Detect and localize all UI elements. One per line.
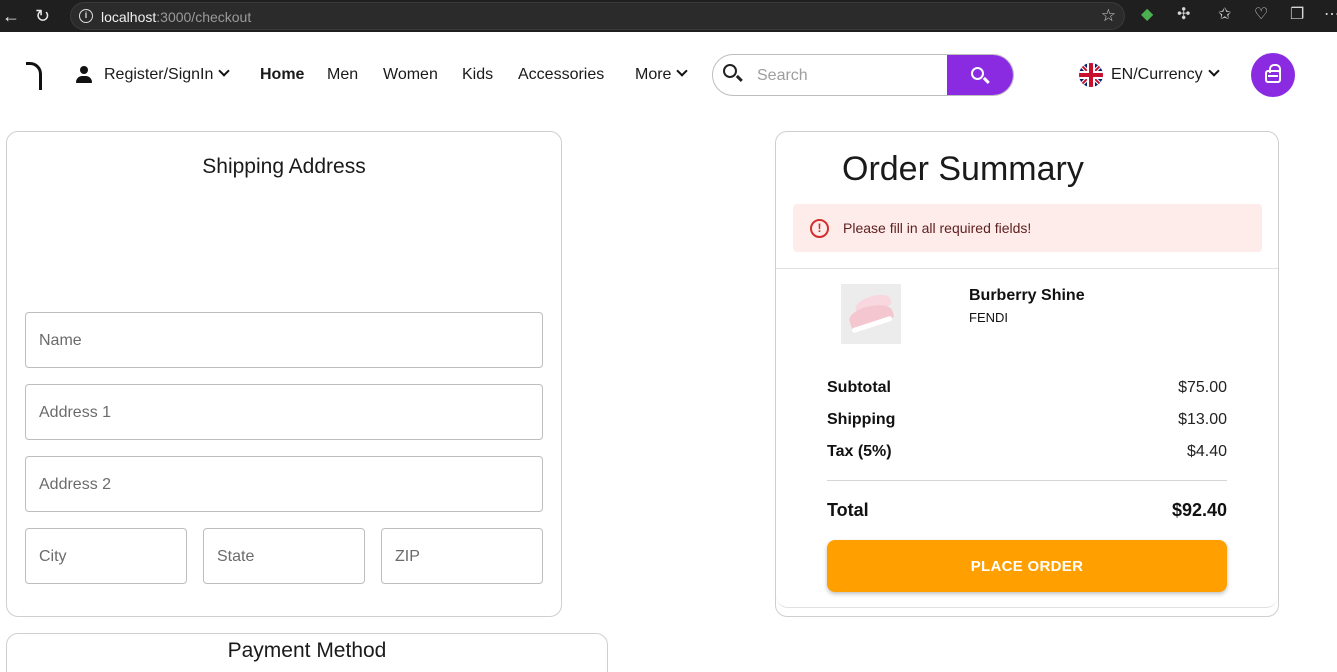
shopping-bag-icon	[1265, 64, 1281, 83]
browser-essentials-icon[interactable]: ♡	[1254, 6, 1268, 24]
site-info-icon[interactable]: i	[79, 9, 93, 23]
city-input[interactable]	[39, 547, 173, 567]
zip-input[interactable]	[395, 547, 529, 567]
divider	[776, 268, 1278, 269]
chevron-down-icon	[218, 65, 231, 77]
shipping-title: Shipping Address	[202, 155, 366, 178]
alert-message: Please fill in all required fields!	[843, 220, 1032, 236]
subtotal-label: Subtotal	[827, 379, 891, 396]
place-order-button[interactable]: PLACE ORDER	[827, 540, 1227, 592]
nav-home[interactable]: Home	[260, 65, 304, 85]
product-image	[841, 284, 901, 344]
url-text: localhost:3000/checkout	[101, 9, 252, 25]
locale-currency-menu[interactable]: EN/Currency	[1111, 65, 1220, 85]
account-label: Register/SignIn	[104, 66, 214, 83]
search-icon	[971, 67, 984, 80]
search-bar	[712, 54, 1014, 96]
address2-field[interactable]	[25, 456, 543, 512]
tax-value: $4.40	[1186, 443, 1227, 460]
shipping-value: $13.00	[1178, 411, 1227, 428]
account-menu[interactable]: Register/SignIn	[104, 65, 231, 85]
cart-button[interactable]	[1251, 53, 1295, 97]
tax-label: Tax (5%)	[827, 443, 892, 460]
locale-label: EN/Currency	[1111, 66, 1203, 83]
nav-more-label: More	[635, 66, 672, 83]
reload-icon[interactable]: ↻	[35, 6, 50, 26]
state-field[interactable]	[203, 528, 365, 584]
divider	[827, 480, 1227, 481]
nav-men[interactable]: Men	[327, 65, 358, 85]
collections-icon[interactable]: ❐	[1290, 6, 1304, 24]
nav-accessories[interactable]: Accessories	[518, 65, 604, 85]
browser-toolbar: ← ↻ i localhost:3000/checkout ☆ ◆ ✣ ✩ ♡ …	[0, 0, 1337, 32]
error-alert: ! Please fill in all required fields!	[793, 204, 1262, 252]
bookmark-star-icon[interactable]: ☆	[1101, 6, 1116, 26]
payment-title: Payment Method	[227, 639, 387, 662]
product-name: Burberry Shine	[969, 287, 1085, 304]
chevron-down-icon	[676, 65, 689, 77]
chevron-down-icon	[1207, 65, 1220, 77]
order-summary-card: Order Summary ! Please fill in all requi…	[775, 131, 1279, 617]
order-summary-title: Order Summary	[842, 150, 1084, 188]
extensions-puzzle-icon[interactable]: ✣	[1177, 6, 1190, 24]
subtotal-value: $75.00	[1178, 379, 1227, 396]
payment-method-card: Payment Method	[6, 633, 608, 672]
city-field[interactable]	[25, 528, 187, 584]
product-brand: FENDI	[969, 310, 1008, 325]
address-bar[interactable]: i localhost:3000/checkout ☆	[70, 2, 1125, 30]
back-icon[interactable]: ←	[2, 6, 20, 26]
search-button[interactable]	[947, 55, 1013, 95]
extension-icon[interactable]: ◆	[1141, 6, 1153, 24]
address2-input[interactable]	[39, 475, 529, 495]
shipping-address-card: Shipping Address	[6, 131, 562, 617]
error-icon: !	[810, 219, 829, 238]
favorites-icon[interactable]: ✩	[1218, 6, 1231, 24]
total-label: Total	[827, 500, 869, 520]
search-input[interactable]	[757, 65, 937, 87]
state-input[interactable]	[217, 547, 351, 567]
more-menu-icon[interactable]: ⋯	[1324, 6, 1337, 24]
order-summary-panel: Order Summary ! Please fill in all requi…	[776, 132, 1278, 608]
shipping-label: Shipping	[827, 411, 896, 428]
total-value: $92.40	[1171, 500, 1227, 520]
site-header: Register/SignIn Home Men Women Kids Acce…	[0, 32, 1337, 108]
nav-women[interactable]: Women	[383, 65, 438, 85]
name-field[interactable]	[25, 312, 543, 368]
uk-flag-icon	[1079, 63, 1103, 87]
user-icon	[75, 66, 93, 84]
brand-logo[interactable]	[26, 62, 42, 90]
name-input[interactable]	[39, 331, 529, 351]
address1-input[interactable]	[39, 403, 529, 423]
nav-more[interactable]: More	[635, 65, 689, 85]
zip-field[interactable]	[381, 528, 543, 584]
search-icon	[723, 64, 737, 78]
address1-field[interactable]	[25, 384, 543, 440]
nav-kids[interactable]: Kids	[462, 65, 493, 85]
